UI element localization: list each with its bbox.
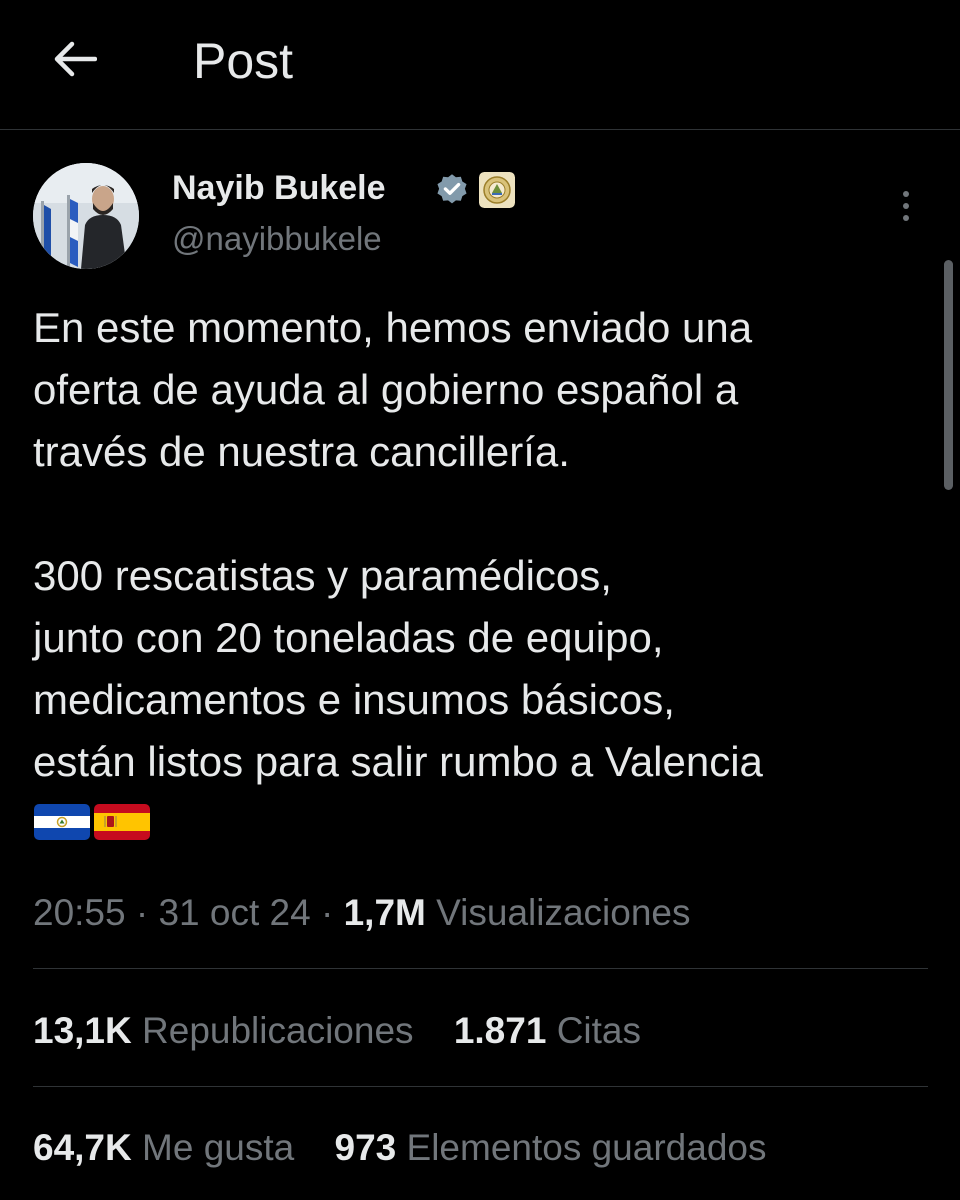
- bookmarks-label: Elementos guardados: [406, 1127, 767, 1168]
- flag-emojis: [33, 800, 151, 844]
- likes-stat[interactable]: 64,7K Me gusta: [33, 1122, 294, 1174]
- arrow-left-icon: [54, 41, 97, 77]
- stats-row: 13,1K Republicaciones 1.871 Citas: [33, 1005, 641, 1057]
- quotes-stat[interactable]: 1.871 Citas: [454, 1005, 641, 1057]
- meta-separator: ·: [135, 892, 149, 933]
- back-button[interactable]: [46, 34, 104, 84]
- views-label: Visualizaciones: [436, 892, 691, 933]
- bookmarks-count: 973: [334, 1127, 397, 1168]
- reposts-label: Republicaciones: [142, 1010, 414, 1051]
- likes-count: 64,7K: [33, 1127, 132, 1168]
- meta-separator: ·: [321, 892, 334, 933]
- el-salvador-flag-icon: [34, 804, 90, 840]
- author-handle[interactable]: @nayibbukele: [172, 217, 382, 261]
- post-meta: 20:55 · 31 oct 24 · 1,7M Visualizaciones: [33, 887, 691, 939]
- views-count: 1,7M: [343, 892, 426, 933]
- post-text: En este momento, hemos enviado una ofert…: [33, 297, 933, 793]
- post-date[interactable]: 31 oct 24: [158, 892, 310, 933]
- divider: [33, 1086, 928, 1087]
- more-options-button[interactable]: [888, 184, 924, 228]
- government-seal-icon[interactable]: [479, 172, 515, 208]
- reposts-count: 13,1K: [33, 1010, 132, 1051]
- author-name[interactable]: Nayib Bukele: [172, 166, 386, 210]
- likes-label: Me gusta: [142, 1127, 295, 1168]
- more-vertical-icon: [903, 191, 909, 197]
- bookmarks-stat[interactable]: 973 Elementos guardados: [335, 1122, 767, 1174]
- profile-photo: [33, 163, 139, 269]
- quotes-label: Citas: [556, 1010, 641, 1051]
- stats-row: 64,7K Me gusta 973 Elementos guardados: [33, 1122, 766, 1174]
- scrollbar[interactable]: [944, 260, 953, 490]
- reposts-stat[interactable]: 13,1K Republicaciones: [33, 1005, 414, 1057]
- top-bar: Post: [0, 0, 960, 130]
- page-title: Post: [193, 33, 294, 89]
- spain-flag-icon: [94, 804, 150, 840]
- verified-badge-icon: [437, 174, 467, 204]
- avatar[interactable]: [33, 163, 139, 269]
- post-paragraph: En este momento, hemos enviado una ofert…: [33, 304, 753, 475]
- post-paragraph: 300 rescatistas y paramédicos, junto con…: [33, 552, 763, 785]
- post-time[interactable]: 20:55: [33, 892, 126, 933]
- divider: [33, 968, 928, 969]
- quotes-count: 1.871: [453, 1010, 547, 1051]
